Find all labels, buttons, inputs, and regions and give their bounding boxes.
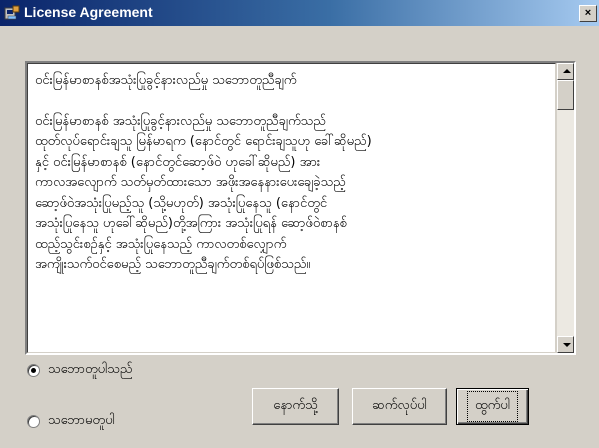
agreement-line: ဆော့ဖ်ဝဲအသုံးပြုမည့်သူ (သို့မဟုတ်) အသုံး…: [35, 195, 328, 211]
accept-label: သဘောတူပါသည်: [48, 362, 133, 377]
agreement-text: ဝင်းမြန်မာစာနစ်အသုံးပြုခွင့်နားလည်မှု သဘ…: [27, 63, 556, 353]
agreement-textbox[interactable]: ဝင်းမြန်မာစာနစ်အသုံးပြုခွင့်နားလည်မှု သဘ…: [25, 61, 576, 355]
back-button[interactable]: နောက်သို့: [252, 388, 339, 425]
agreement-line: နှင့် ဝင်းမြန်မာစာနစ် (နောင်တွင်ဆော့ဖ်ဝဲ…: [35, 154, 321, 170]
decline-label: သဘောမတူပါ: [48, 413, 115, 428]
close-button[interactable]: ×: [579, 5, 597, 22]
agreement-line: ဝင်းမြန်မာစာနစ် အသုံးပြုခွင့်နားလည်မှု သ…: [35, 113, 326, 129]
license-agreement-window: License Agreement × ဝင်းမြန်မာစာနစ်အသုံး…: [0, 0, 599, 448]
agreement-line: ထုတ်လုပ်ရောင်းချသူ မြန်မာရက (နောင်တွင် ရ…: [35, 134, 372, 149]
window-title: License Agreement: [24, 4, 153, 20]
radio-checked-icon[interactable]: [27, 364, 40, 377]
agreement-heading: ဝင်းမြန်မာစာနစ်အသုံးပြုခွင့်နားလည်မှု သဘ…: [35, 73, 297, 88]
scroll-down-button[interactable]: [557, 336, 574, 353]
arrow-up-icon: [563, 69, 571, 73]
arrow-down-icon: [563, 343, 571, 347]
next-button[interactable]: ဆက်လုပ်ပါ: [352, 388, 447, 425]
agreement-line: ထည့်သွင်းစဉ်နှင့် အသုံးပြုနေသည့် ကာလတစ်လ…: [35, 236, 287, 252]
back-button-label: နောက်သို့: [273, 398, 318, 413]
dialog-content: ဝင်းမြန်မာစာနစ်အသုံးပြုခွင့်နားလည်မှု သဘ…: [0, 26, 599, 448]
next-button-label: ဆက်လုပ်ပါ: [372, 398, 427, 413]
scroll-thumb[interactable]: [557, 80, 574, 110]
setup-icon: [4, 5, 20, 20]
cancel-button-label: ထွက်ပါ: [467, 391, 518, 422]
radio-unchecked-icon[interactable]: [27, 415, 40, 428]
cancel-button[interactable]: ထွက်ပါ: [456, 388, 529, 425]
agreement-line: ကာလအလျောက် သတ်မှတ်ထားသော အဖိုးအနေနားပေးခ…: [35, 175, 346, 190]
title-bar[interactable]: License Agreement ×: [0, 0, 599, 26]
decline-radio[interactable]: သဘောမတူပါ: [27, 412, 115, 431]
vertical-scrollbar[interactable]: [556, 63, 574, 353]
agreement-line: အသုံးပြုနေသူ ဟုခေါ်ဆိုမည်)တို့အကြား အသုံ…: [35, 216, 347, 231]
scroll-up-button[interactable]: [557, 63, 574, 80]
agreement-line: အကျိုးသက်ဝင်စေမည့် သဘောတူညီချက်တစ်ရပ်ဖြစ…: [35, 257, 311, 272]
close-icon: ×: [584, 7, 592, 19]
accept-radio[interactable]: သဘောတူပါသည်: [27, 361, 132, 380]
